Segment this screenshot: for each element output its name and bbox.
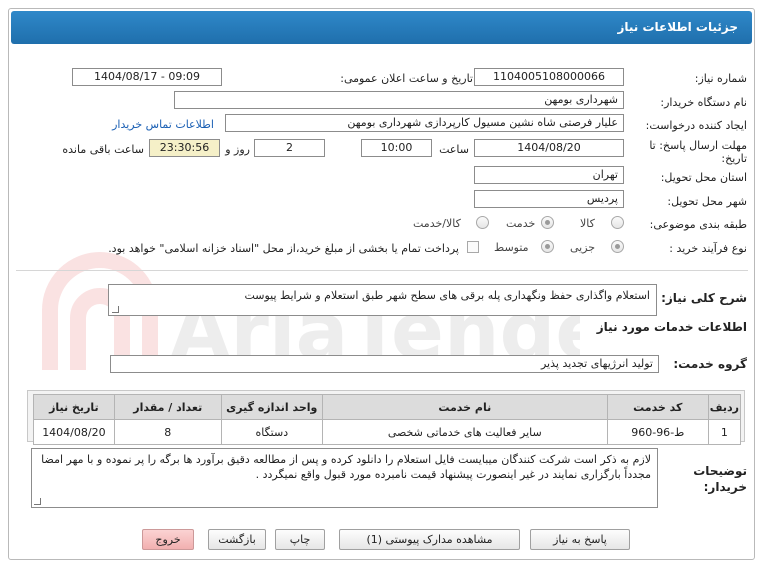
table-header-row: ردیف کد خدمت نام خدمت واحد اندازه گیری ت… [33,394,742,420]
process-option-medium: متوسط [494,241,529,254]
table-cell: 1404/08/20 [33,419,115,445]
description-text: استعلام واگذاری حفظ ونگهداری پله برقی ها… [244,289,650,302]
category-option-service: خدمت [506,217,536,230]
process-radio-medium[interactable] [541,240,554,253]
exit-button[interactable]: خروج [142,529,194,550]
city-field: پردیس [474,190,624,208]
description-textarea[interactable]: استعلام واگذاری حفظ ونگهداری پله برقی ها… [108,284,657,316]
page-title: جزئیات اطلاعات نیاز [617,20,738,34]
col-header: کد خدمت [606,394,709,420]
col-header: تعداد / مقدار [113,394,222,420]
province-field: تهران [474,166,624,184]
creator-label: ایجاد کننده درخواست: [645,119,747,132]
deadline-time-field: 10:00 [361,139,432,157]
buyer-notes-label: توضیحات [693,464,747,478]
category-option-goods: کالا [580,217,595,230]
announce-field: 1404/08/17 - 09:09 [72,68,222,86]
process-radio-minor[interactable] [611,240,624,253]
province-label: استان محل تحویل: [660,171,747,184]
category-label: طبقه بندی موضوعی: [649,218,747,231]
col-header: ردیف [707,394,742,420]
announce-label: تاریخ و ساعت اعلان عمومی: [340,72,473,85]
remaining-time-field: 23:30:56 [149,139,220,157]
city-label: شهر محل تحویل: [667,195,747,208]
print-button[interactable]: چاپ [275,529,325,550]
remaining-label: ساعت باقی مانده [62,143,144,156]
services-table: ردیف کد خدمت نام خدمت واحد اندازه گیری ت… [33,394,742,445]
service-group-field: تولید انرژیهای تجدید پذیر [110,355,659,373]
col-header: تاریخ نیاز [33,394,115,420]
divider [16,270,748,271]
table-row: 1 ط-96-960 سایر فعالیت های خدماتی شخصی د… [33,419,742,445]
table-cell: ط-96-960 [606,419,709,445]
days-field: 2 [254,139,325,157]
buyer-org-field: شهرداری بومهن [174,91,624,109]
back-button[interactable]: بازگشت [208,529,266,550]
treasury-checkbox[interactable] [467,241,479,253]
table-cell: سایر فعالیت های خدماتی شخصی [321,419,608,445]
service-group-label: گروه خدمت: [673,357,747,371]
deadline-date-field: 1404/08/20 [474,139,624,157]
buyer-org-label: نام دستگاه خریدار: [660,96,747,109]
col-header: واحد اندازه گیری [220,394,323,420]
process-option-minor: جزیی [570,241,596,254]
buyer-notes-label-2: خریدار: [703,480,747,494]
payment-note: پرداخت تمام یا بخشی از مبلغ خرید،از محل … [108,242,459,255]
deadline-time-label: ساعت [439,143,469,156]
deadline-label: مهلت ارسال پاسخ: تا [649,139,747,152]
resize-grip-icon[interactable] [112,306,119,313]
attachments-button[interactable]: مشاهده مدارک پیوستی (1) [339,529,520,550]
creator-field: علیار فرصتی شاه نشین مسیول کارپردازی شهر… [225,114,624,132]
col-header: نام خدمت [321,394,608,420]
reply-button[interactable]: پاسخ به نیاز [530,529,630,550]
need-number-field: 1104005108000066 [474,68,624,86]
buyer-notes-textarea[interactable]: لازم به ذکر است شرکت کنندگان میبایست فای… [31,448,658,508]
need-number-label: شماره نیاز: [694,72,747,85]
process-label: نوع فرآیند خرید : [669,242,747,255]
description-label: شرح کلی نیاز: [661,291,747,305]
services-table-box: ردیف کد خدمت نام خدمت واحد اندازه گیری ت… [27,390,745,445]
services-section-title: اطلاعات خدمات مورد نیاز [596,320,747,334]
category-radio-goods-service[interactable] [476,216,489,229]
category-radio-goods[interactable] [611,216,624,229]
deadline-label-date: تاریخ: [721,152,747,165]
table-cell: دستگاه [220,419,323,445]
category-option-goods-service: کالا/خدمت [413,217,461,230]
resize-grip-icon[interactable] [34,498,41,505]
buyer-contact-link[interactable]: اطلاعات تماس خریدار [112,118,214,131]
days-label: روز و [225,143,250,156]
table-cell: 8 [113,419,222,445]
table-cell: 1 [707,419,742,445]
title-bar: جزئیات اطلاعات نیاز [11,11,752,44]
buyer-notes-text: لازم به ذکر است شرکت کنندگان میبایست فای… [41,453,651,481]
category-radio-service[interactable] [541,216,554,229]
